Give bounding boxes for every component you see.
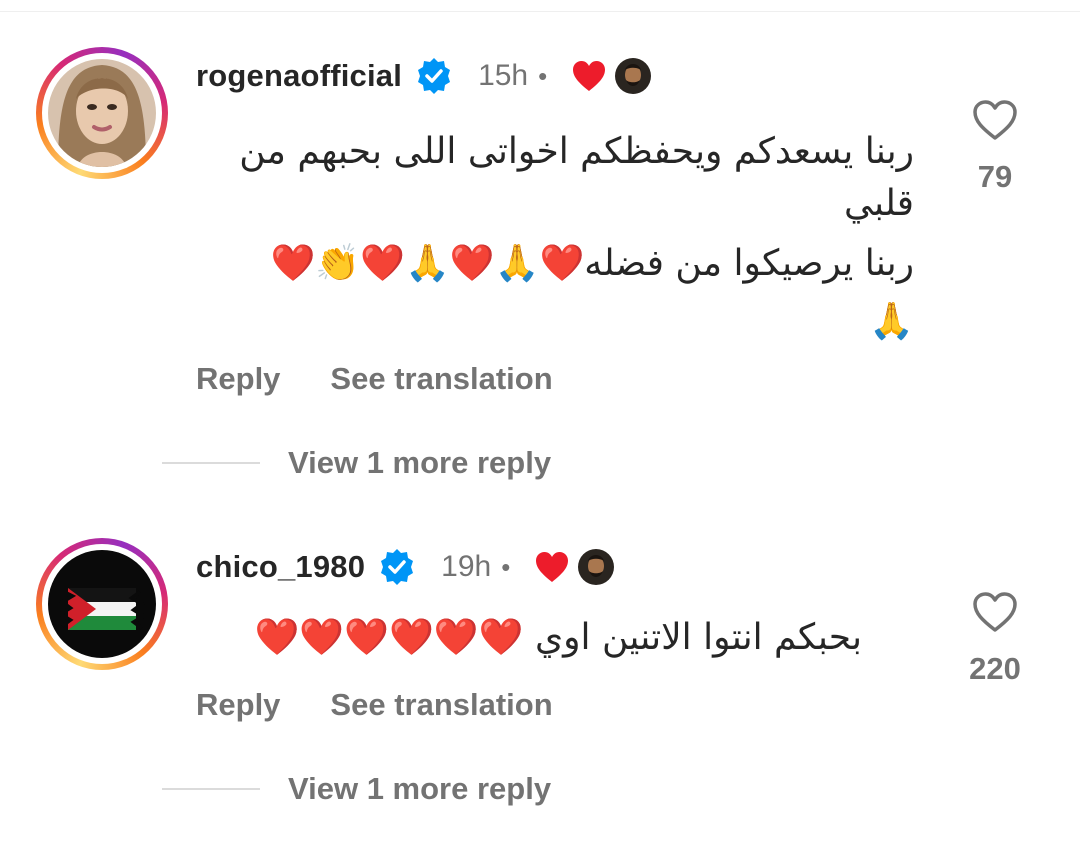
top-divider — [0, 11, 1080, 12]
timestamp: 15h — [478, 59, 529, 92]
reply-button[interactable]: Reply — [196, 687, 280, 723]
see-translation-button[interactable]: See translation — [330, 687, 552, 723]
comment-text: بحبكم انتوا الاتنين اوي ❤️❤️❤️❤️❤️❤️ — [182, 612, 862, 664]
comment-line: ربنا يرصيكوا من فضله❤️🙏❤️🙏❤️👏❤️ — [270, 243, 914, 284]
comment-text: ربنا يسعدكم ويحفظكم اخواتى اللى بحبهم من… — [194, 126, 914, 348]
heart-filled-icon — [534, 550, 570, 584]
timestamp: 19h — [441, 550, 492, 583]
verified-badge-icon — [414, 56, 454, 96]
creator-avatar — [615, 58, 652, 94]
comment-line: قلبي — [844, 183, 914, 224]
avatar[interactable] — [48, 550, 156, 658]
view-replies-button[interactable]: View 1 more reply — [162, 771, 551, 807]
comment-line: بحبكم انتوا الاتنين اوي ❤️❤️❤️❤️❤️❤️ — [254, 617, 862, 658]
reply-button[interactable]: Reply — [196, 361, 280, 397]
comment-line: ربنا يسعدكم ويحفظكم اخواتى اللى بحبهم من — [239, 131, 914, 172]
view-replies-label[interactable]: View 1 more reply — [288, 445, 551, 481]
username[interactable]: rogenaofficial — [196, 58, 402, 94]
heart-outline-icon[interactable] — [971, 590, 1019, 639]
like-count: 220 — [969, 651, 1021, 686]
story-ring[interactable] — [36, 538, 168, 670]
view-replies-label[interactable]: View 1 more reply — [288, 771, 551, 807]
reply-thread-line — [162, 788, 260, 790]
like-count: 79 — [977, 159, 1013, 194]
separator-dot: • — [501, 551, 511, 582]
avatar[interactable] — [48, 59, 156, 167]
username[interactable]: chico_1980 — [196, 549, 365, 585]
creator-avatar — [578, 549, 615, 585]
see-translation-button[interactable]: See translation — [330, 361, 552, 397]
heart-filled-icon — [571, 59, 607, 93]
heart-outline-icon[interactable] — [971, 98, 1019, 147]
separator-dot: • — [538, 60, 548, 91]
view-replies-button[interactable]: View 1 more reply — [162, 445, 551, 481]
story-ring[interactable] — [36, 47, 168, 179]
comment-line: 🙏 — [869, 301, 914, 342]
reply-thread-line — [162, 462, 260, 464]
verified-badge-icon — [377, 547, 417, 587]
